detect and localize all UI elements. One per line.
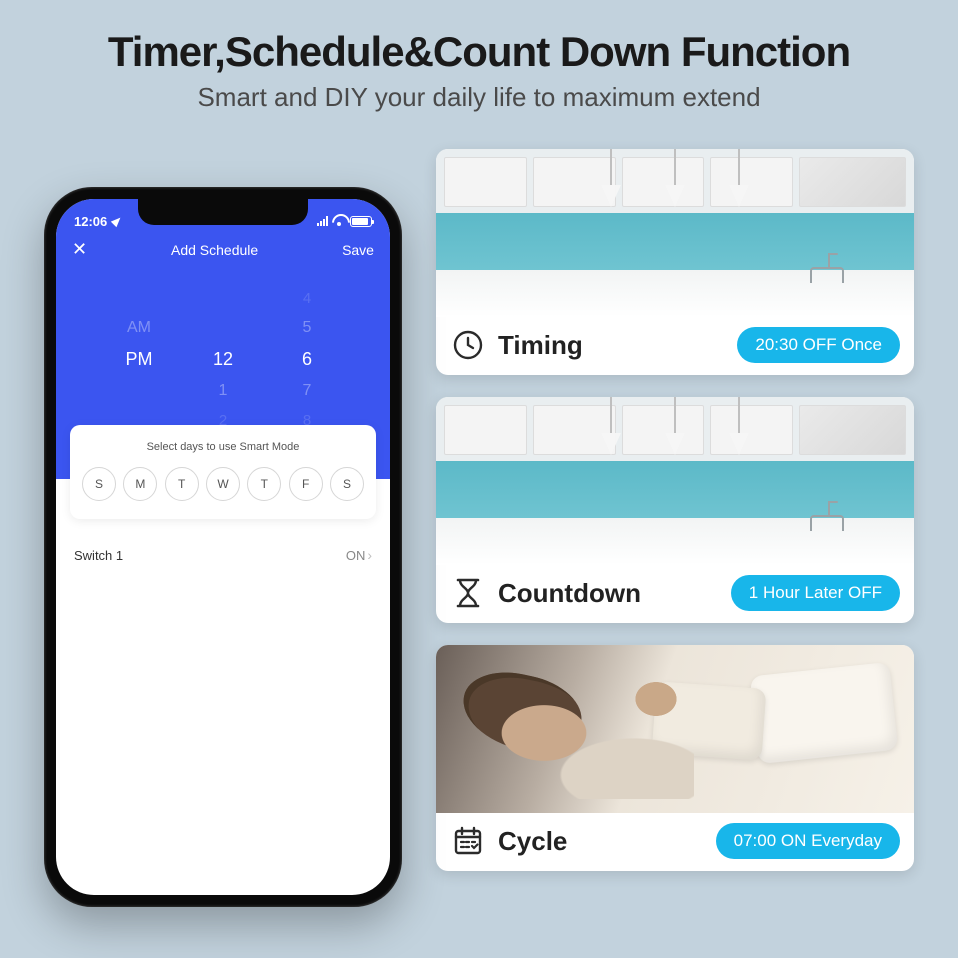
cycle-image [436, 645, 914, 813]
save-button[interactable]: Save [342, 242, 374, 258]
phone-screen: 12:06 ✕ Add Schedule Save [56, 199, 390, 895]
signal-icon [317, 216, 328, 226]
status-time: 12:06 [74, 214, 107, 229]
clock-icon [450, 329, 486, 361]
day-tue[interactable]: T [165, 467, 199, 501]
switch-state: ON [346, 548, 366, 563]
switch-label: Switch 1 [74, 548, 123, 563]
picker-am[interactable]: AM [127, 319, 151, 337]
location-icon [111, 215, 123, 227]
time-picker[interactable]: AM PM 12 1 2 4 5 [56, 266, 390, 429]
day-sat[interactable]: S [330, 467, 364, 501]
phone-notch [138, 199, 308, 225]
phone-frame: 12:06 ✕ Add Schedule Save [44, 187, 402, 907]
timing-image [436, 149, 914, 317]
countdown-image [436, 397, 914, 565]
day-sun[interactable]: S [82, 467, 116, 501]
picker-pm[interactable]: PM [126, 349, 153, 370]
page-title: Timer,Schedule&Count Down Function [0, 28, 958, 76]
picker-min-prev[interactable]: 5 [303, 319, 312, 337]
chevron-right-icon: › [367, 547, 372, 563]
countdown-card: Countdown 1 Hour Later OFF [436, 397, 914, 623]
timing-label: Timing [498, 330, 583, 361]
countdown-label: Countdown [498, 578, 641, 609]
day-wed[interactable]: W [206, 467, 240, 501]
days-card: Select days to use Smart Mode S M T W T … [70, 425, 376, 519]
day-mon[interactable]: M [123, 467, 157, 501]
picker-hour-next[interactable]: 1 [219, 382, 228, 400]
cards-column: Timing 20:30 OFF Once [436, 149, 914, 871]
nav-title: Add Schedule [171, 242, 258, 258]
hour-column[interactable]: 12 1 2 [201, 290, 245, 429]
countdown-pill: 1 Hour Later OFF [731, 575, 900, 611]
picker-min-next[interactable]: 7 [303, 382, 312, 400]
timing-pill: 20:30 OFF Once [737, 327, 900, 363]
day-thu[interactable]: T [247, 467, 281, 501]
picker-min-prev2[interactable]: 4 [303, 290, 311, 307]
switch-row[interactable]: Switch 1 ON › [70, 541, 376, 569]
wifi-icon [332, 216, 346, 226]
ampm-column[interactable]: AM PM [117, 290, 161, 429]
days-row: S M T W T F S [82, 467, 364, 501]
content-row: 12:06 ✕ Add Schedule Save [0, 113, 958, 907]
close-button[interactable]: ✕ [72, 239, 87, 260]
calendar-icon [450, 825, 486, 857]
days-title: Select days to use Smart Mode [82, 441, 364, 453]
cycle-label: Cycle [498, 826, 567, 857]
nav-bar: ✕ Add Schedule Save [56, 233, 390, 266]
battery-icon [350, 216, 372, 227]
hourglass-icon [450, 577, 486, 609]
picker-minute[interactable]: 6 [302, 349, 312, 370]
header: Timer,Schedule&Count Down Function Smart… [0, 0, 958, 113]
cycle-card: Cycle 07:00 ON Everyday [436, 645, 914, 871]
picker-hour[interactable]: 12 [213, 349, 233, 370]
timing-card: Timing 20:30 OFF Once [436, 149, 914, 375]
page-subtitle: Smart and DIY your daily life to maximum… [0, 82, 958, 113]
day-fri[interactable]: F [289, 467, 323, 501]
minute-column[interactable]: 4 5 6 7 8 [285, 290, 329, 429]
cycle-pill: 07:00 ON Everyday [716, 823, 900, 859]
